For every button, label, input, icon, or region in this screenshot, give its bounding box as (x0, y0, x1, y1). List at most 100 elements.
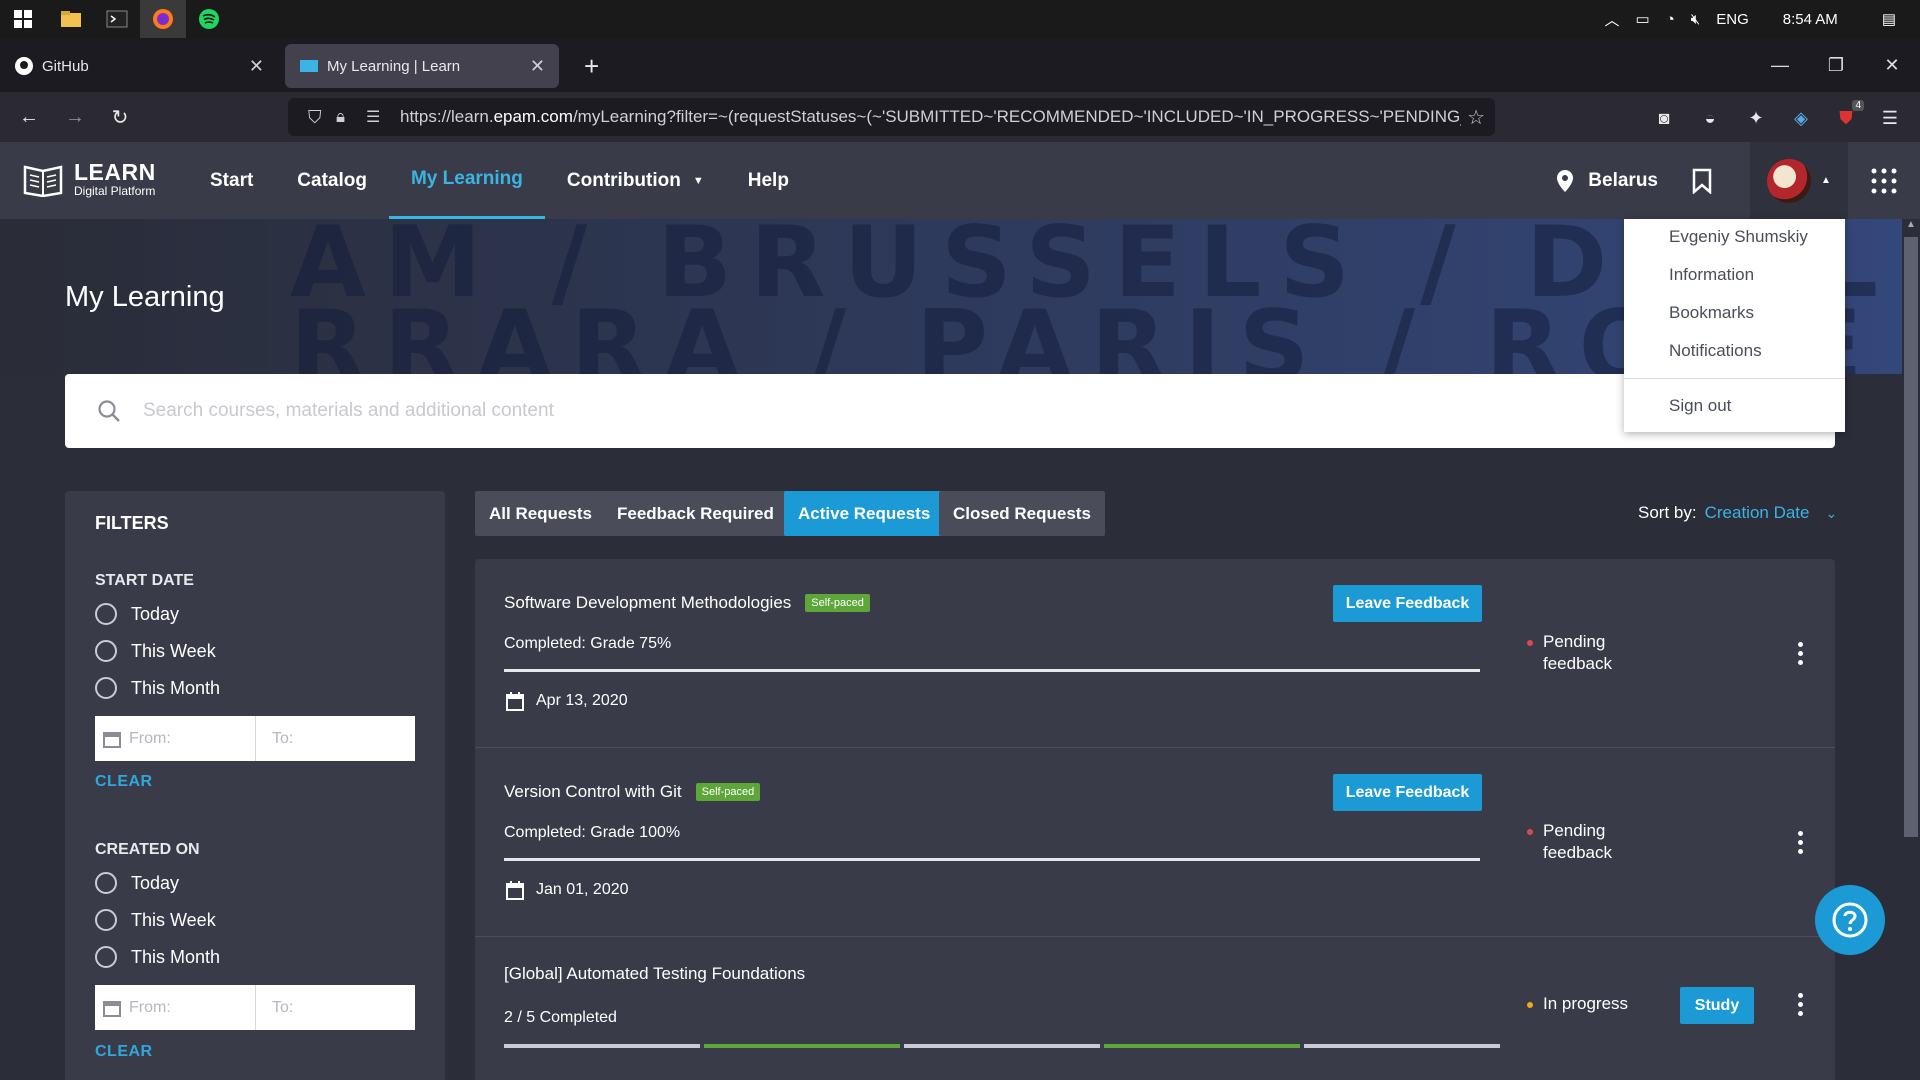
status-text: In progress (1543, 994, 1629, 1013)
start-date-month-radio[interactable]: This Month (95, 677, 220, 699)
bookmark-star-icon[interactable]: ☆ (1461, 104, 1485, 130)
tab-all-requests[interactable]: All Requests (475, 491, 606, 536)
nav-contribution[interactable]: Contribution ▼ (545, 142, 726, 219)
course-title[interactable]: Software Development Methodologies (504, 593, 791, 613)
learn-icon (300, 60, 318, 72)
scrollbar-thumb[interactable] (1904, 237, 1918, 837)
nav-start[interactable]: Start (188, 142, 275, 219)
url-bar[interactable]: ⛉ 🔒︎ ☰ https://learn. epam.com/myLearning… (288, 98, 1495, 136)
sort-control[interactable]: Sort by: Creation Date ⌄ (1638, 503, 1837, 523)
chevron-up-icon[interactable]: ︿ (1605, 9, 1620, 30)
more-options-icon[interactable] (1792, 642, 1808, 665)
tab-active-requests[interactable]: Active Requests (784, 491, 945, 536)
back-icon[interactable]: ← (12, 100, 46, 134)
course-title[interactable]: Version Control with Git (504, 782, 682, 802)
hamburger-menu-icon[interactable]: ☰ (1878, 106, 1902, 130)
close-tab-icon[interactable]: ✕ (249, 56, 264, 77)
start-date-to-field[interactable]: To: (255, 716, 415, 761)
radio-label: This Month (131, 677, 221, 698)
shield-icon[interactable]: ⛉ (308, 107, 322, 128)
reload-icon[interactable]: ↻ (103, 100, 137, 134)
ublock-icon[interactable]: ⛊ 4 (1834, 100, 1864, 130)
from-placeholder: From: (129, 998, 171, 1016)
volume-muted-icon[interactable]: 🔇︎ (1691, 11, 1700, 28)
search-box (65, 374, 1835, 448)
created-today-radio[interactable]: Today (95, 872, 179, 894)
leave-feedback-button[interactable]: Leave Feedback (1333, 774, 1482, 811)
nav-help[interactable]: Help (726, 142, 811, 219)
start-date-clear-button[interactable]: CLEAR (95, 773, 153, 791)
tab-my-learning[interactable]: My Learning | Learn ✕ (285, 44, 559, 88)
menu-notifications[interactable]: Notifications (1669, 341, 1762, 361)
menu-information[interactable]: Information (1669, 265, 1754, 285)
extension-icon[interactable]: ✦ (1744, 106, 1768, 130)
start-date-week-radio[interactable]: This Week (95, 640, 216, 662)
from-placeholder: From: (129, 729, 171, 747)
status-dot (1527, 640, 1533, 646)
bookmark-icon[interactable] (1692, 168, 1712, 194)
sort-label: Sort by: (1638, 503, 1697, 522)
spotify-icon[interactable] (186, 0, 232, 38)
apps-grid-icon[interactable] (1848, 167, 1920, 195)
radio-label: Today (131, 872, 180, 893)
user-menu-toggle[interactable]: ▲ (1750, 142, 1848, 219)
lock-icon[interactable]: 🔒︎ (336, 107, 345, 127)
tab-github[interactable]: GitHub ✕ (0, 44, 278, 88)
close-tab-icon[interactable]: ✕ (530, 56, 545, 77)
page-scrollbar[interactable]: ▲ (1902, 219, 1920, 1080)
search-input[interactable] (143, 400, 1643, 422)
menu-user-name[interactable]: Evgeniy Shumskiy (1669, 227, 1808, 247)
profile-extension-icon[interactable]: ◒ (1698, 106, 1722, 130)
radio-label: This Week (131, 640, 216, 661)
self-paced-badge: Self-paced (695, 783, 761, 801)
minimize-icon[interactable]: — (1752, 38, 1808, 92)
firefox-icon[interactable] (140, 0, 186, 38)
menu-divider (1624, 378, 1845, 379)
start-date-today-radio[interactable]: Today (95, 603, 179, 625)
clock[interactable]: 8:54 AM (1783, 11, 1838, 28)
restore-icon[interactable]: ❐ (1808, 38, 1864, 92)
nav-my-learning[interactable]: My Learning (388, 142, 545, 219)
course-title-row: Version Control with Git Self-paced (504, 782, 761, 802)
created-month-radio[interactable]: This Month (95, 946, 220, 968)
scroll-up-icon[interactable]: ▲ (1906, 219, 1916, 230)
help-button[interactable] (1815, 885, 1885, 955)
battery-icon[interactable]: ▭ (1636, 10, 1650, 28)
progress-segment (1104, 1044, 1300, 1048)
created-from-field[interactable]: From: (95, 985, 255, 1030)
tab-closed-requests[interactable]: Closed Requests (939, 491, 1105, 536)
windows-start-icon[interactable] (0, 0, 46, 38)
close-window-icon[interactable]: ✕ (1864, 38, 1920, 92)
leave-feedback-button[interactable]: Leave Feedback (1333, 585, 1482, 622)
more-options-icon[interactable] (1792, 993, 1808, 1016)
tab-feedback-required[interactable]: Feedback Required (603, 491, 788, 536)
notifications-icon[interactable]: ▤ (1882, 10, 1896, 28)
created-to-field[interactable]: To: (255, 985, 415, 1030)
compass-extension-icon[interactable]: ◈ (1789, 106, 1813, 130)
course-title[interactable]: [Global] Automated Testing Foundations (504, 964, 805, 984)
permissions-icon[interactable]: ☰ (366, 107, 380, 127)
calendar-icon (506, 881, 524, 900)
main-nav: Start Catalog My Learning Contribution ▼ … (188, 142, 811, 219)
created-week-radio[interactable]: This Week (95, 909, 216, 931)
avatar (1767, 158, 1812, 203)
new-tab-button[interactable]: + (570, 44, 610, 88)
pocket-icon[interactable]: ◙ (1652, 106, 1676, 130)
forward-icon[interactable]: → (58, 100, 92, 134)
learn-logo[interactable]: LEARN Digital Platform (22, 160, 156, 198)
language-indicator[interactable]: ENG (1716, 11, 1749, 28)
start-date-from-field[interactable]: From: (95, 716, 255, 761)
nav-catalog[interactable]: Catalog (275, 142, 389, 219)
progress-segment (504, 1044, 700, 1048)
menu-bookmarks[interactable]: Bookmarks (1669, 303, 1754, 323)
more-options-icon[interactable] (1792, 831, 1808, 854)
terminal-icon[interactable] (94, 0, 140, 38)
date-text: Jan 01, 2020 (536, 881, 629, 898)
created-on-clear-button[interactable]: CLEAR (95, 1043, 153, 1061)
location-selector[interactable]: Belarus (1556, 169, 1658, 193)
file-explorer-icon[interactable] (48, 0, 94, 38)
wifi-icon[interactable]: ◔ (1666, 11, 1675, 28)
study-button[interactable]: Study (1680, 987, 1754, 1024)
radio-label: This Week (131, 909, 216, 930)
menu-sign-out[interactable]: Sign out (1669, 396, 1731, 416)
